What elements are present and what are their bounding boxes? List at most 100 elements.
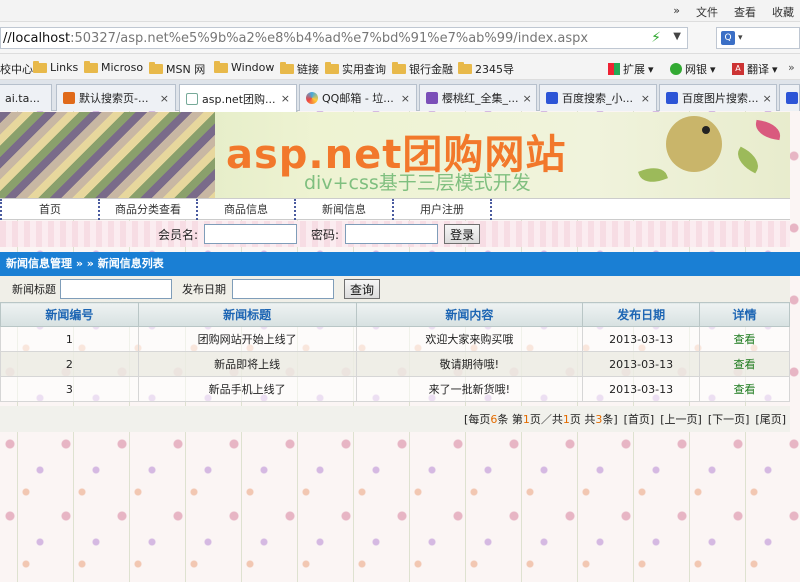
tab-1[interactable]: 默认搜索页-... ×: [56, 84, 176, 111]
shield-icon: [670, 63, 682, 75]
column-header: 新闻标题: [137, 302, 357, 327]
nav-register[interactable]: 用户注册: [392, 199, 490, 220]
bookmark-6[interactable]: 实用查询: [325, 61, 386, 77]
date-filter-label: 发布日期: [182, 283, 226, 296]
folder-icon: [214, 60, 228, 73]
nav-category[interactable]: 商品分类查看: [98, 199, 196, 220]
nav-products[interactable]: 商品信息: [196, 199, 294, 220]
login-button[interactable]: 登录: [444, 224, 481, 244]
bookmark-label: 校中心: [0, 63, 33, 76]
search-dropdown-icon[interactable]: ▾: [738, 33, 743, 43]
news-filter-bar: 新闻标题 发布日期 查询: [0, 276, 790, 302]
close-icon[interactable]: ×: [641, 92, 650, 105]
query-button[interactable]: 查询: [344, 279, 381, 299]
extensions-button[interactable]: 扩展 ▾: [608, 61, 654, 77]
netbank-button[interactable]: 网银 ▾: [670, 61, 716, 77]
bookmark-4[interactable]: Window: [214, 60, 274, 74]
news-content: 来了一批新货哦!: [355, 376, 584, 402]
tab-0[interactable]: ai.ta...: [0, 84, 52, 111]
close-icon[interactable]: ×: [523, 92, 532, 105]
news-date: 2013-03-13: [582, 326, 701, 352]
bookmark-label: 实用查询: [342, 63, 386, 76]
bookmarks-bar: 校中心 Links Microso MSN 网 Window 链接 实用查询 银…: [0, 54, 800, 80]
baidu-paw-icon: [666, 92, 678, 104]
chevron-down-icon[interactable]: ▼: [673, 31, 681, 42]
chevron-down-icon: ▾: [648, 62, 654, 76]
title-filter-input[interactable]: [60, 279, 172, 299]
close-icon[interactable]: ×: [401, 92, 410, 105]
pager-text: 页 共: [569, 413, 596, 426]
password-input[interactable]: [345, 224, 439, 244]
pager-current-page: 1: [522, 413, 530, 426]
lightning-icon[interactable]: ⚡: [651, 30, 661, 46]
bookmark-5[interactable]: 链接: [280, 61, 319, 77]
leaf-decoration: [638, 163, 668, 187]
folder-icon: [325, 62, 339, 74]
folder-icon: [84, 60, 98, 73]
breadcrumb: 新闻信息管理 » » 新闻信息列表: [0, 252, 800, 276]
menu-view[interactable]: 查看: [734, 4, 756, 20]
more-icon[interactable]: »: [788, 61, 795, 74]
bookmark-0[interactable]: 校中心: [0, 61, 33, 77]
search-box[interactable]: Q ▾: [716, 27, 800, 49]
news-date: 2013-03-13: [582, 376, 701, 402]
tab-4[interactable]: 樱桃红_全集_... ×: [419, 84, 537, 111]
search-engine-icon[interactable]: Q: [721, 31, 735, 45]
tab-3[interactable]: QQ邮箱 - 垃... ×: [299, 84, 417, 111]
address-bar: //localhost:50327/asp.net%e5%9b%a2%e8%b4…: [0, 22, 800, 54]
view-link[interactable]: 查看: [734, 383, 756, 396]
view-link[interactable]: 查看: [734, 358, 756, 371]
url-input[interactable]: //localhost:50327/asp.net%e5%9b%a2%e8%b4…: [0, 27, 688, 49]
close-icon[interactable]: ×: [281, 92, 290, 105]
tab-6[interactable]: 百度图片搜索... ×: [659, 84, 777, 111]
toolbar-label: 网银: [685, 63, 707, 76]
pager-total-pages: 1: [562, 413, 570, 426]
tab-5[interactable]: 百度搜索_小... ×: [539, 84, 657, 111]
folder-icon: [33, 60, 47, 73]
tab-7[interactable]: [779, 84, 800, 111]
pager-next[interactable]: [下一页]: [708, 411, 750, 427]
browser-menu-bar: » 文件 查看 收藏: [0, 0, 800, 22]
bookmark-label: 链接: [297, 63, 319, 76]
video-icon: [426, 92, 438, 104]
folder-icon: [458, 62, 472, 74]
close-icon[interactable]: ×: [160, 92, 169, 105]
bookmark-3[interactable]: MSN 网: [149, 61, 205, 77]
bookmark-1[interactable]: Links: [33, 60, 78, 74]
page-icon: [186, 92, 198, 105]
tab-2[interactable]: asp.net团购... ×: [179, 84, 297, 112]
pager-prev[interactable]: [上一页]: [660, 411, 702, 427]
news-title: 团购网站开始上线了: [137, 326, 357, 352]
view-link[interactable]: 查看: [734, 333, 756, 346]
news-id: 1: [0, 326, 139, 352]
tab-label: asp.net团购...: [202, 92, 276, 106]
toolbar-label: 扩展: [623, 63, 645, 76]
news-table: 新闻编号 新闻标题 新闻内容 发布日期 详情 1 团购网站开始上线了 欢迎大家来…: [0, 302, 790, 402]
details-cell: 查看: [699, 326, 790, 352]
password-label: 密码:: [311, 227, 340, 242]
tab-label: 百度搜索_小...: [562, 92, 633, 105]
bookmark-label: MSN 网: [166, 63, 206, 76]
translate-button[interactable]: A 翻译 ▾: [732, 61, 778, 77]
pager-last[interactable]: [尾页]: [755, 411, 786, 427]
bookmark-7[interactable]: 银行金融: [392, 61, 453, 77]
pager-summary: [每页6条 第1页／共1页 共3条]: [464, 411, 618, 427]
bird-illustration: [666, 116, 722, 172]
menu-favorites[interactable]: 收藏: [772, 4, 794, 20]
table-row: 1 团购网站开始上线了 欢迎大家来购买哦 2013-03-13 查看: [0, 326, 790, 352]
bookmark-8[interactable]: 2345导: [458, 61, 514, 77]
url-path: :50327/asp.net%e5%9b%a2%e8%b4%ad%e7%bd%9…: [70, 30, 589, 46]
nav-home[interactable]: 首页: [0, 199, 98, 220]
news-id: 3: [0, 376, 139, 402]
translate-icon: A: [732, 63, 744, 75]
pager: [每页6条 第1页／共1页 共3条] [首页] [上一页] [下一页] [尾页]: [0, 406, 790, 432]
baidu-paw-icon: [546, 92, 558, 104]
username-input[interactable]: [204, 224, 298, 244]
menu-file[interactable]: 文件: [696, 4, 718, 20]
date-filter-input[interactable]: [232, 279, 334, 299]
menu-overflow-icon[interactable]: »: [673, 4, 680, 20]
close-icon[interactable]: ×: [763, 92, 772, 105]
bookmark-2[interactable]: Microso: [84, 60, 143, 74]
pager-first[interactable]: [首页]: [624, 411, 655, 427]
nav-news[interactable]: 新闻信息: [294, 199, 392, 220]
